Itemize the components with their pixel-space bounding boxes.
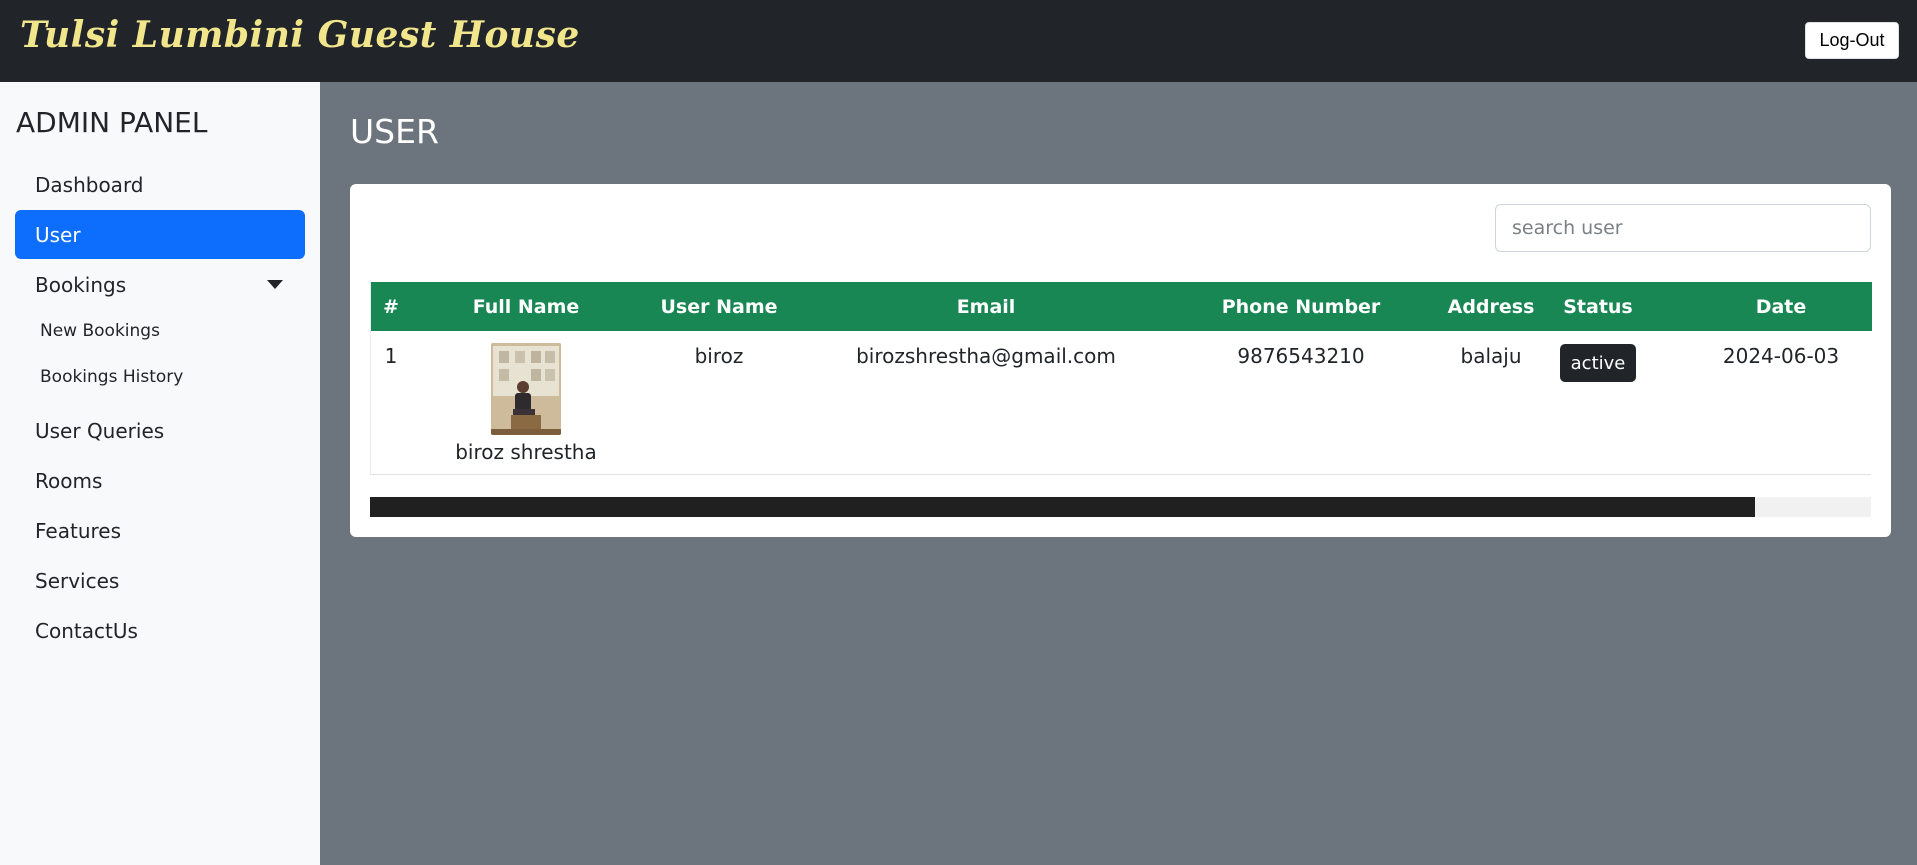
sidebar-item-dashboard[interactable]: Dashboard [15, 160, 305, 209]
column-header-index: # [383, 295, 399, 318]
column-header-full-name: Full Name [472, 295, 580, 318]
sidebar-item-label: Rooms [35, 468, 103, 493]
cell-address: balaju [1460, 344, 1522, 368]
table-header: # Full Name User Name Email Phone Number… [371, 282, 1872, 331]
top-navbar: Tulsi Lumbini Guest House Log-Out [0, 0, 1917, 82]
sidebar-item-label: Dashboard [35, 172, 144, 197]
column-header-status: Status [1563, 295, 1633, 318]
sidebar-item-features[interactable]: Features [15, 506, 305, 555]
sidebar-item-bookings[interactable]: Bookings [15, 260, 305, 309]
users-card: # Full Name User Name Email Phone Number… [350, 184, 1891, 537]
cell-full-name: biroz shrestha [455, 440, 597, 464]
caret-down-icon[interactable] [267, 280, 283, 289]
status-badge[interactable]: active [1560, 344, 1636, 382]
sidebar-item-label: User [35, 222, 81, 247]
sidebar-item-user[interactable]: User [15, 210, 305, 259]
sidebar-subitem-new-bookings[interactable]: New Bookings [40, 321, 160, 341]
column-header-user-name: User Name [660, 295, 778, 318]
logout-button[interactable]: Log-Out [1805, 22, 1899, 59]
search-input[interactable] [1495, 204, 1871, 252]
sidebar-item-rooms[interactable]: Rooms [15, 456, 305, 505]
users-table: # Full Name User Name Email Phone Number… [370, 282, 1872, 475]
cell-user-name: biroz [694, 344, 744, 368]
column-header-date: Date [1755, 295, 1807, 318]
sidebar-item-label: Bookings [35, 272, 127, 297]
sidebar-title: ADMIN PANEL [16, 106, 208, 139]
cell-date: 2024-06-03 [1722, 344, 1840, 368]
horizontal-scrollbar[interactable] [370, 497, 1871, 517]
sidebar: ADMIN PANEL Dashboard User Bookings New … [0, 82, 320, 865]
avatar [491, 343, 561, 435]
cell-email: birozshrestha@gmail.com [856, 344, 1116, 368]
sidebar-item-label: Services [35, 568, 120, 593]
column-header-email: Email [956, 295, 1016, 318]
scrollbar-thumb[interactable] [370, 497, 1756, 517]
page-title: USER [350, 112, 439, 151]
column-header-phone: Phone Number [1221, 295, 1381, 318]
brand-title[interactable]: Tulsi Lumbini Guest House [20, 14, 580, 56]
sidebar-item-user-queries[interactable]: User Queries [15, 406, 305, 455]
sidebar-subitem-bookings-history[interactable]: Bookings History [40, 367, 183, 387]
cell-phone: 9876543210 [1237, 344, 1365, 368]
sidebar-item-services[interactable]: Services [15, 556, 305, 605]
column-header-address: Address [1447, 295, 1535, 318]
sidebar-item-label: User Queries [35, 418, 165, 443]
sidebar-item-label: ContactUs [35, 618, 138, 643]
sidebar-item-label: Features [35, 518, 121, 543]
sidebar-item-contactus[interactable]: ContactUs [15, 606, 305, 655]
cell-index: 1 [384, 344, 398, 368]
